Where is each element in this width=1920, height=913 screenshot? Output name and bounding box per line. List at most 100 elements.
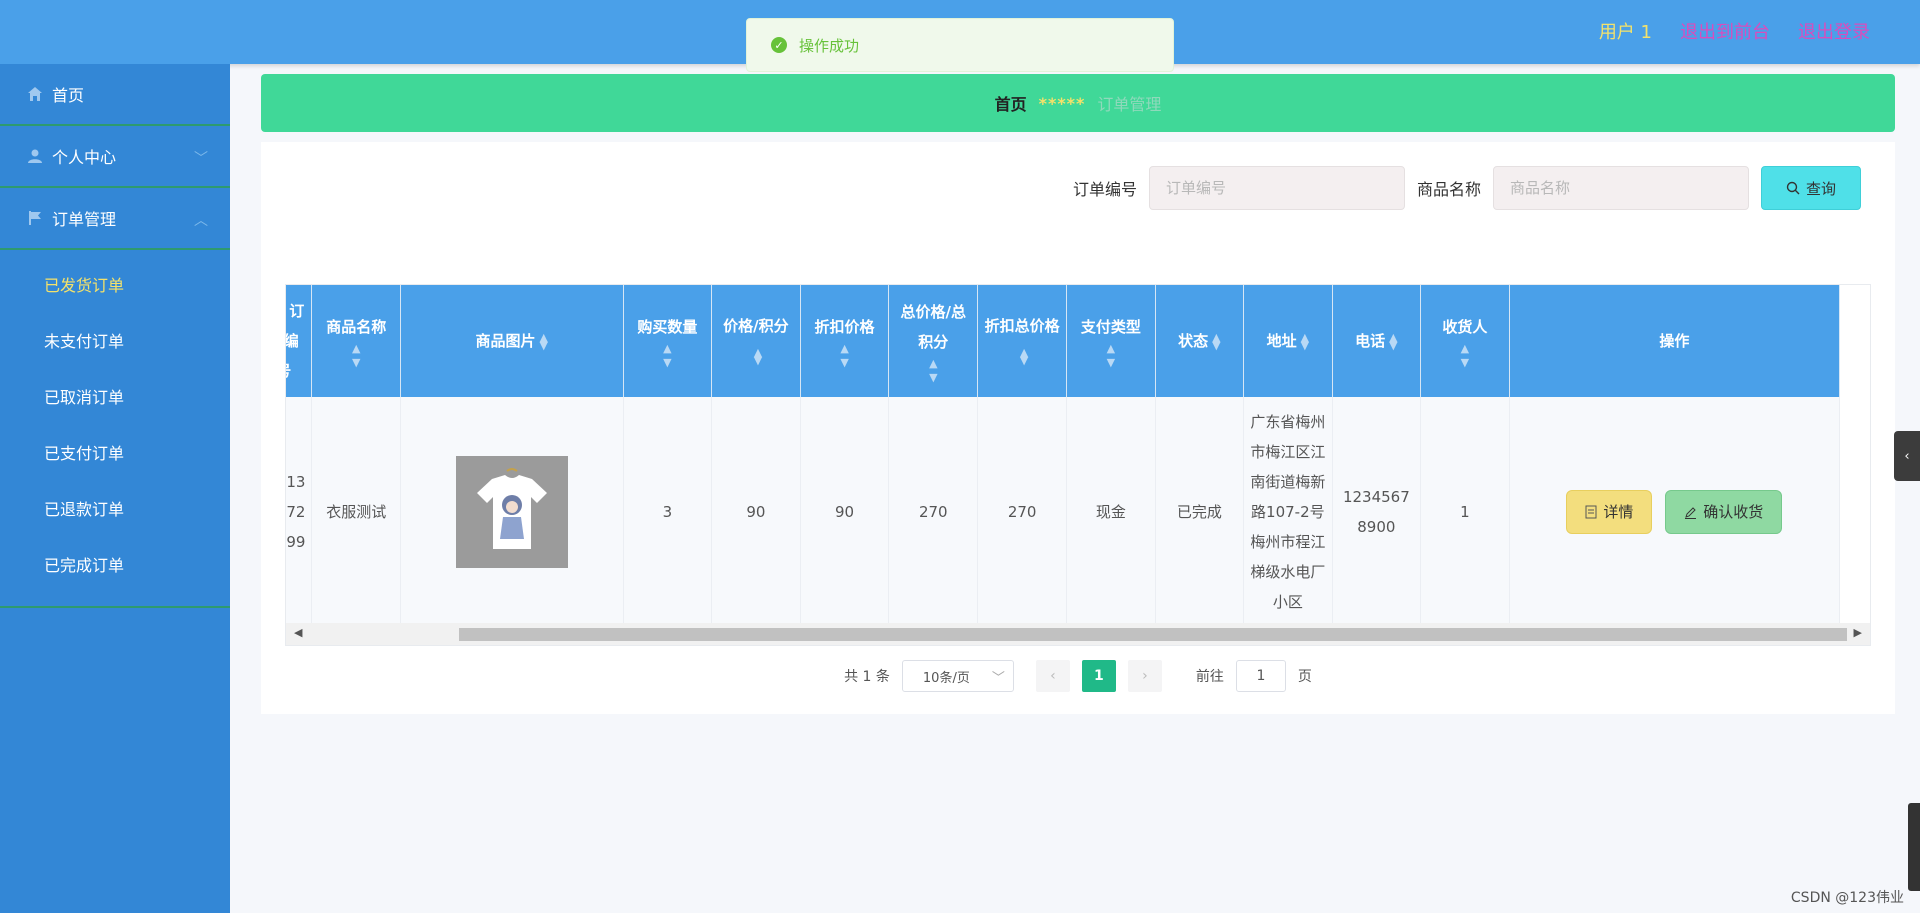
order-no-input[interactable] xyxy=(1148,166,1405,210)
cell-goods-name: 衣服测试 xyxy=(311,397,401,627)
back-to-front-link[interactable]: 退出到前台 xyxy=(1680,18,1770,44)
sidebar-item-completed-orders[interactable]: 已完成订单 xyxy=(0,538,230,594)
cell-price: 90 xyxy=(711,397,801,627)
sidebar-item-shipped-orders[interactable]: 已发货订单 xyxy=(0,258,230,314)
col-phone[interactable]: 电话 ▲ ▼ xyxy=(1332,285,1422,397)
col-actions: 操作 xyxy=(1509,285,1841,397)
check-circle-icon: ✓ xyxy=(771,37,787,53)
main-panel: 订单编号 商品名称 查询 订单编号 商品名称▲▼ 商品图片▲▼ 购买数量▲▼ xyxy=(261,142,1895,714)
cell-order-no: 13 72 99 xyxy=(286,397,313,627)
cell-receiver: 1 xyxy=(1420,397,1510,627)
order-no-label: 订单编号 xyxy=(1072,180,1137,199)
sort-icon: ▲ ▼ xyxy=(351,342,361,369)
search-icon xyxy=(1786,181,1800,195)
sort-icon: ▲ ▼ xyxy=(1019,345,1029,367)
header-links: 用户 1 退出到前台 退出登录 xyxy=(1599,18,1870,44)
scroll-right-icon[interactable]: ▶ xyxy=(1854,626,1862,639)
table-header-row: 订单编号 商品名称▲▼ 商品图片▲▼ 购买数量▲▼ 价格/积分▲▼ 折扣价格▲▼… xyxy=(286,285,1841,397)
orders-table: 订单编号 商品名称▲▼ 商品图片▲▼ 购买数量▲▼ 价格/积分▲▼ 折扣价格▲▼… xyxy=(285,284,1871,646)
next-page-button[interactable]: › xyxy=(1127,660,1162,692)
side-widget[interactable] xyxy=(1908,803,1920,891)
page-size-value: 10条/页 xyxy=(922,670,970,686)
chevron-down-icon: ﹀ xyxy=(991,670,1005,686)
cell-discount-total: 270 xyxy=(977,397,1068,627)
col-discount-price[interactable]: 折扣价格 ▲ ▼ xyxy=(800,285,890,397)
sidebar-item-profile[interactable]: 个人中心 ﹀ xyxy=(0,126,230,188)
cell-status: 已完成 xyxy=(1155,397,1245,627)
confirm-receipt-button[interactable]: 确认收货 xyxy=(1665,490,1783,535)
cell-address: 广东省梅州市梅江区江南街道梅新路107-2号梅州市程江梯级水电厂小区 xyxy=(1243,397,1333,627)
sidebar-item-label: 订单管理 xyxy=(52,210,117,229)
horizontal-scrollbar[interactable]: ◀ ▶ xyxy=(286,623,1870,645)
cell-pay-type: 现金 xyxy=(1066,397,1156,627)
cell-actions: 详情 确认收货 xyxy=(1509,397,1841,627)
sidebar-item-orders[interactable]: 订单管理 ︿ xyxy=(0,188,230,250)
sort-icon: ▲ ▼ xyxy=(840,342,849,369)
col-status[interactable]: 状态 ▲ ▼ xyxy=(1155,285,1245,397)
user-icon xyxy=(26,147,44,165)
col-order-no[interactable]: 订单编号 xyxy=(286,285,313,397)
goto-page-input[interactable]: 1 xyxy=(1235,660,1286,692)
cell-total: 270 xyxy=(888,397,979,627)
sort-icon: ▲ ▼ xyxy=(539,330,548,352)
sidebar-item-paid-orders[interactable]: 已支付订单 xyxy=(0,426,230,482)
sort-icon: ▲ ▼ xyxy=(1389,330,1398,352)
col-discount-total[interactable]: 折扣总价格▲ ▼ xyxy=(977,285,1068,397)
sidebar-item-cancelled-orders[interactable]: 已取消订单 xyxy=(0,370,230,426)
goto-prefix: 前往 xyxy=(1195,669,1224,685)
col-address[interactable]: 地址 ▲ ▼ xyxy=(1243,285,1333,397)
col-qty[interactable]: 购买数量 ▲ ▼ xyxy=(623,285,713,397)
breadcrumb: 首页 ***** 订单管理 xyxy=(261,74,1895,132)
detail-button[interactable]: 详情 xyxy=(1566,489,1653,534)
document-icon xyxy=(1585,505,1597,519)
goods-name-input[interactable] xyxy=(1493,166,1749,210)
scroll-left-icon[interactable]: ◀ xyxy=(294,626,302,639)
toast-message: 操作成功 xyxy=(799,36,860,55)
goods-name-label: 商品名称 xyxy=(1416,180,1481,199)
pagination-total: 共 1 条 xyxy=(844,669,890,685)
prev-page-button[interactable]: ‹ xyxy=(1035,660,1070,692)
sort-icon: ▲ ▼ xyxy=(929,357,938,384)
search-button-label: 查询 xyxy=(1805,179,1836,198)
search-bar: 订单编号 商品名称 查询 xyxy=(1073,166,1861,210)
cell-discount-price: 90 xyxy=(800,397,890,627)
sidebar-item-home[interactable]: 首页 xyxy=(0,64,230,126)
breadcrumb-separator: ***** xyxy=(1038,93,1086,113)
col-receiver[interactable]: 收货人 ▲ ▼ xyxy=(1420,285,1510,397)
cell-goods-image xyxy=(400,397,624,627)
sort-icon: ▲ ▼ xyxy=(1300,330,1310,352)
col-pay-type[interactable]: 支付类型 ▲ ▼ xyxy=(1066,285,1156,397)
breadcrumb-home[interactable]: 首页 xyxy=(995,91,1027,115)
sidebar-item-unpaid-orders[interactable]: 未支付订单 xyxy=(0,314,230,370)
sort-icon: ▲ ▼ xyxy=(663,342,672,369)
page-number[interactable]: 1 xyxy=(1081,660,1116,692)
sort-icon: ▲ ▼ xyxy=(1212,330,1221,352)
breadcrumb-current: 订单管理 xyxy=(1097,95,1162,114)
flag-icon xyxy=(26,209,44,227)
sidebar: 首页 个人中心 ﹀ 订单管理 ︿ 已发货订单 未支付订单 已取消订单 已支付订单… xyxy=(0,64,230,913)
sort-icon: ▲ ▼ xyxy=(1106,342,1116,369)
side-collapse-tab[interactable]: ‹ xyxy=(1894,431,1920,481)
sidebar-item-label: 首页 xyxy=(52,86,85,105)
orders-submenu: 已发货订单 未支付订单 已取消订单 已支付订单 已退款订单 已完成订单 xyxy=(0,250,230,608)
col-goods-image[interactable]: 商品图片 ▲ ▼ xyxy=(400,285,624,397)
chevron-down-icon: ﹀ xyxy=(194,151,208,167)
confirm-receipt-label: 确认收货 xyxy=(1703,503,1764,522)
watermark: CSDN @123伟业 xyxy=(1790,890,1904,906)
sidebar-item-label: 个人中心 xyxy=(52,148,117,167)
chevron-up-icon: ︿ xyxy=(194,213,208,229)
col-price[interactable]: 价格/积分▲ ▼ xyxy=(711,285,801,397)
table-row: 13 72 99 衣服测试 3 90 90 270 270 现金 已完成 广东省… xyxy=(286,397,1841,627)
col-total[interactable]: 总价格/总积分 ▲ ▼ xyxy=(888,285,979,397)
search-button[interactable]: 查询 xyxy=(1761,166,1861,210)
sort-icon: ▲ ▼ xyxy=(1460,342,1470,369)
detail-button-label: 详情 xyxy=(1603,502,1634,521)
scrollbar-thumb[interactable] xyxy=(459,628,1847,641)
goto-suffix: 页 xyxy=(1297,669,1312,685)
page-size-select[interactable]: 10条/页 ﹀ xyxy=(901,660,1014,692)
cell-qty: 3 xyxy=(623,397,713,627)
edit-icon xyxy=(1685,507,1697,519)
logout-link[interactable]: 退出登录 xyxy=(1798,18,1870,44)
col-goods-name[interactable]: 商品名称 ▲ ▼ xyxy=(311,285,401,397)
sidebar-item-refunded-orders[interactable]: 已退款订单 xyxy=(0,482,230,538)
